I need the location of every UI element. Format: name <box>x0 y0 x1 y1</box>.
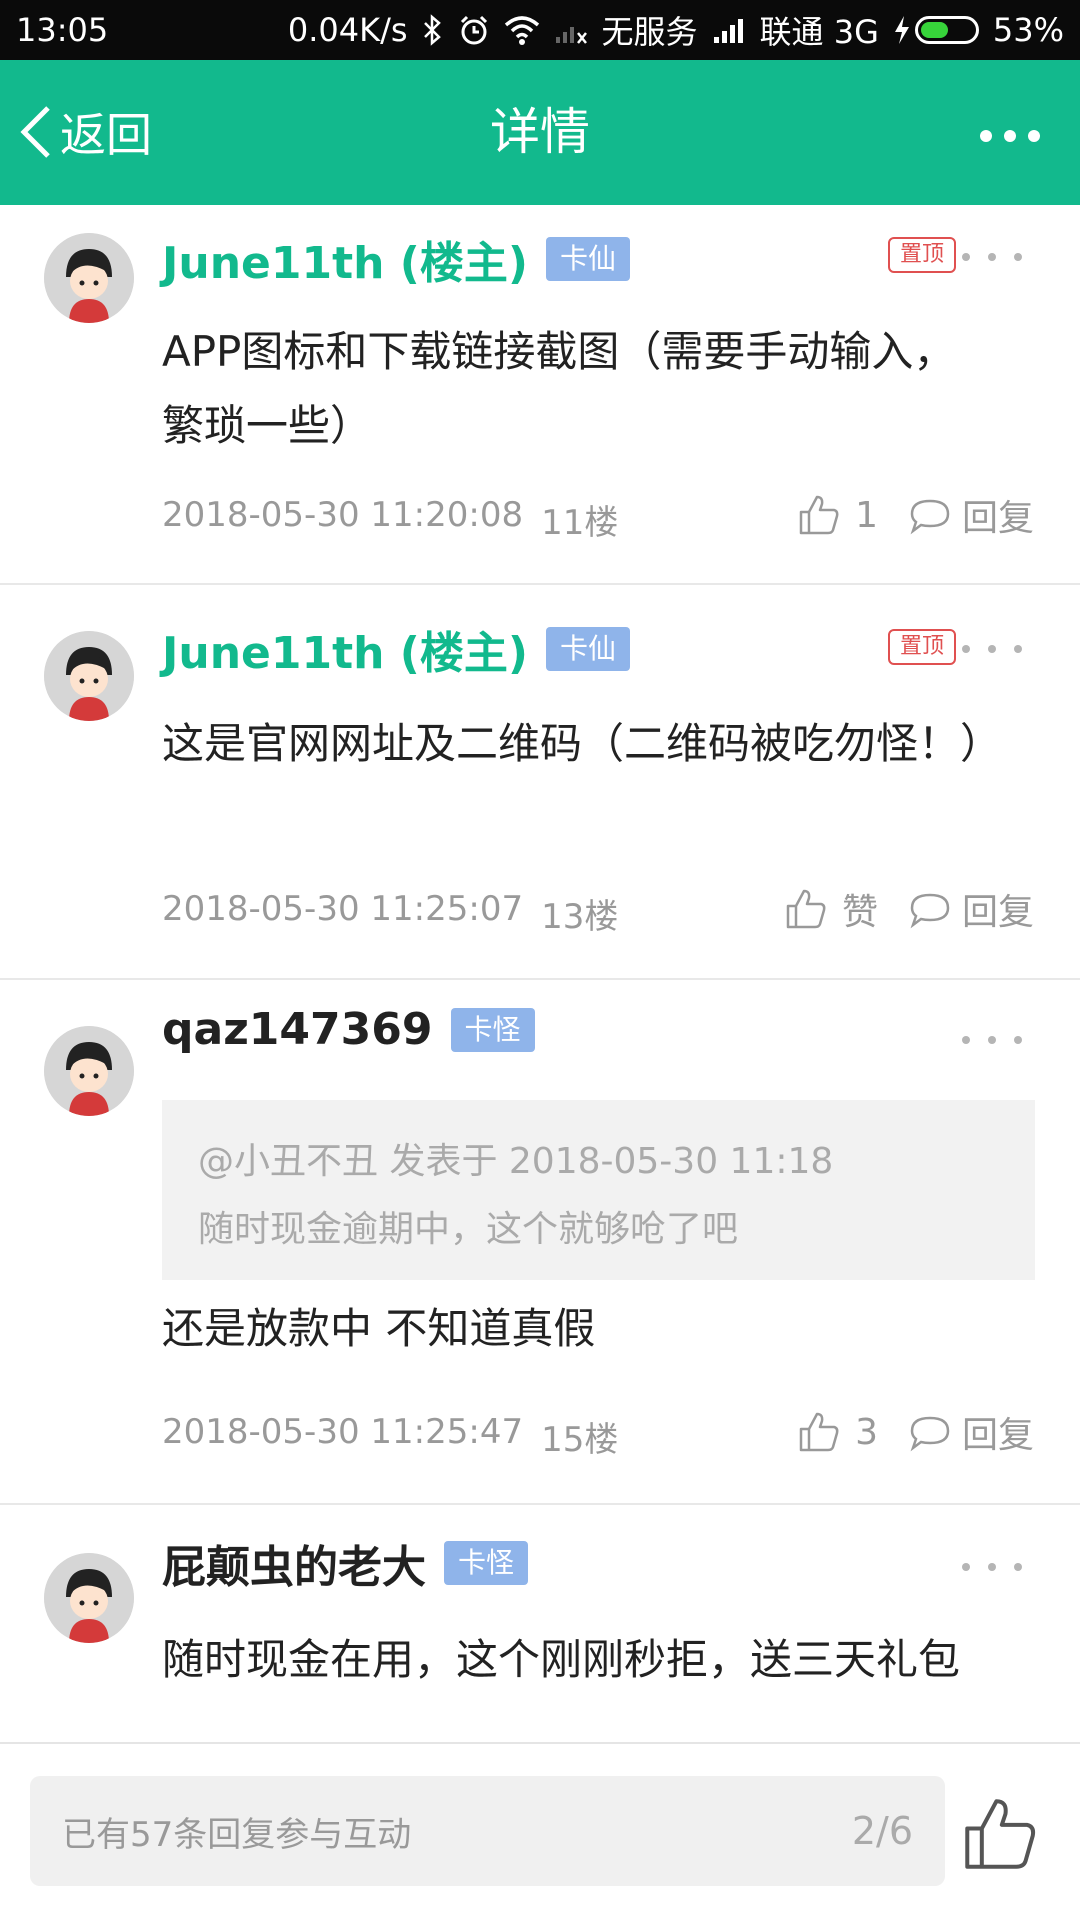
like-button[interactable]: 1 <box>797 493 878 537</box>
bluetooth-icon <box>422 14 444 46</box>
network-speed: 0.04K/s <box>287 11 408 49</box>
post-actions: 赞 回复 <box>784 883 1034 935</box>
post-timestamp: 2018-05-30 11:20:08 <box>162 495 524 535</box>
reply-label: 回复 <box>961 498 1034 539</box>
comment-icon <box>910 499 950 535</box>
post-floor: 15楼 <box>541 1420 619 1460</box>
post-content: 随时现金在用，这个刚刚秒拒，送三天礼包 <box>162 1635 961 1684</box>
avatar[interactable] <box>44 631 134 721</box>
author-row: 屁颠虫的老大 卡怪 <box>162 1531 529 1595</box>
post-menu-button[interactable] <box>962 1557 1022 1577</box>
charging-icon <box>894 16 909 44</box>
page-title: 详情 <box>490 103 590 161</box>
quote-header: @小丑不丑 发表于 2018-05-30 11:18 <box>198 1141 834 1182</box>
post-meta: 2018-05-30 11:25:07 13楼 <box>162 889 618 938</box>
post-timestamp: 2018-05-30 11:25:47 <box>162 1412 524 1452</box>
author-row: June11th (楼主) 卡仙 <box>162 227 631 291</box>
status-right: 0.04K/s 无服务 联通 3G 53% <box>288 7 1064 53</box>
post-floor: 13楼 <box>541 897 619 937</box>
author-row: qaz147369 卡怪 <box>162 1004 535 1055</box>
bottom-bar: 已有57条回复参与互动 2/6 <box>0 1742 1080 1920</box>
alarm-icon <box>458 14 490 46</box>
signal-icon <box>712 15 746 45</box>
more-options-button[interactable] <box>950 116 1040 156</box>
quote-text: 随时现金逾期中，这个就够呛了吧 <box>198 1209 739 1250</box>
comment-icon <box>910 893 950 929</box>
avatar[interactable] <box>44 1553 134 1643</box>
level-badge: 卡怪 <box>450 1007 535 1052</box>
like-button[interactable]: 赞 <box>784 883 878 935</box>
no-service-label: 无服务 <box>601 13 698 51</box>
like-count: 赞 <box>841 892 878 933</box>
reply-button[interactable]: 回复 <box>908 1406 1034 1458</box>
like-count: 1 <box>855 494 878 536</box>
more-dot-icon <box>1004 130 1016 142</box>
battery-icon <box>914 16 979 44</box>
reply-button[interactable]: 回复 <box>908 489 1034 541</box>
signal-none-icon <box>554 15 588 45</box>
post-floor: 11楼 <box>541 503 619 543</box>
post-meta: 2018-05-30 11:20:08 11楼 <box>162 495 618 544</box>
more-dot-icon <box>980 130 992 142</box>
author-name[interactable]: 屁颠虫的老大 <box>162 1531 426 1595</box>
reply-input[interactable]: 已有57条回复参与互动 2/6 <box>30 1776 945 1886</box>
post-timestamp: 2018-05-30 11:25:07 <box>162 889 524 929</box>
wifi-icon <box>504 15 540 45</box>
page-indicator[interactable]: 2/6 <box>852 1809 913 1853</box>
author-name[interactable]: June11th (楼主) <box>162 227 528 291</box>
avatar-icon <box>44 1026 134 1116</box>
author-name[interactable]: June11th (楼主) <box>162 617 528 681</box>
like-button[interactable]: 3 <box>797 1410 878 1454</box>
avatar-icon <box>44 631 134 721</box>
reply-button[interactable]: 回复 <box>908 883 1034 935</box>
battery-indicator <box>893 15 979 45</box>
post-item: qaz147369 卡怪 @小丑不丑 发表于 2018-05-30 11:18 … <box>0 980 1080 1505</box>
avatar-icon <box>44 233 134 323</box>
like-thread-button[interactable] <box>960 1794 1040 1874</box>
battery-percent: 53% <box>992 11 1064 49</box>
reply-label: 回复 <box>961 892 1034 933</box>
post-menu-button[interactable] <box>962 247 1022 267</box>
post-item: June11th (楼主) 卡仙 置顶 这是官网网址及二维码（二维码被吃勿怪！）… <box>0 585 1080 980</box>
post-actions: 1 回复 <box>797 489 1034 541</box>
more-dot-icon <box>1028 130 1040 142</box>
reply-label: 回复 <box>961 1415 1034 1456</box>
pinned-badge: 置顶 <box>887 629 956 665</box>
author-name[interactable]: qaz147369 <box>162 1004 433 1055</box>
thumbs-up-icon <box>965 1799 1036 1869</box>
reply-input-placeholder: 已有57条回复参与互动 <box>62 1814 412 1855</box>
level-badge: 卡怪 <box>444 1541 529 1585</box>
status-bar: 13:05 0.04K/s 无服务 联通 3G 53% <box>0 0 1080 60</box>
post-actions: 3 回复 <box>797 1406 1034 1458</box>
thumbs-up-icon <box>799 495 839 535</box>
level-badge: 卡仙 <box>546 627 631 671</box>
comment-icon <box>910 1416 950 1452</box>
like-count: 3 <box>855 1411 878 1453</box>
post-menu-button[interactable] <box>962 639 1022 659</box>
post-content: 还是放款中 不知道真假 <box>162 1304 596 1353</box>
avatar-icon <box>44 1553 134 1643</box>
post-menu-button[interactable] <box>962 1030 1022 1050</box>
avatar[interactable] <box>44 233 134 323</box>
thumbs-up-icon <box>786 889 826 929</box>
carrier-label: 联通 3G <box>759 13 879 51</box>
status-time: 13:05 <box>16 11 109 49</box>
post-item: June11th (楼主) 卡仙 置顶 APP图标和下载链接截图（需要手动输入，… <box>0 205 1080 585</box>
level-badge: 卡仙 <box>546 237 631 281</box>
app-header: 返回 详情 <box>0 60 1080 205</box>
author-row: June11th (楼主) 卡仙 <box>162 617 631 681</box>
post-content: APP图标和下载链接截图（需要手动输入，繁琐一些） <box>162 327 956 450</box>
quoted-reply: @小丑不丑 发表于 2018-05-30 11:18 随时现金逾期中，这个就够呛… <box>162 1100 1035 1280</box>
post-item: 屁颠虫的老大 卡怪 随时现金在用，这个刚刚秒拒，送三天礼包 <box>0 1505 1080 1742</box>
post-content: 这是官网网址及二维码（二维码被吃勿怪！） <box>162 719 1003 768</box>
post-meta: 2018-05-30 11:25:47 15楼 <box>162 1412 618 1461</box>
pinned-badge: 置顶 <box>887 237 956 273</box>
thumbs-up-icon <box>799 1412 839 1452</box>
avatar[interactable] <box>44 1026 134 1116</box>
